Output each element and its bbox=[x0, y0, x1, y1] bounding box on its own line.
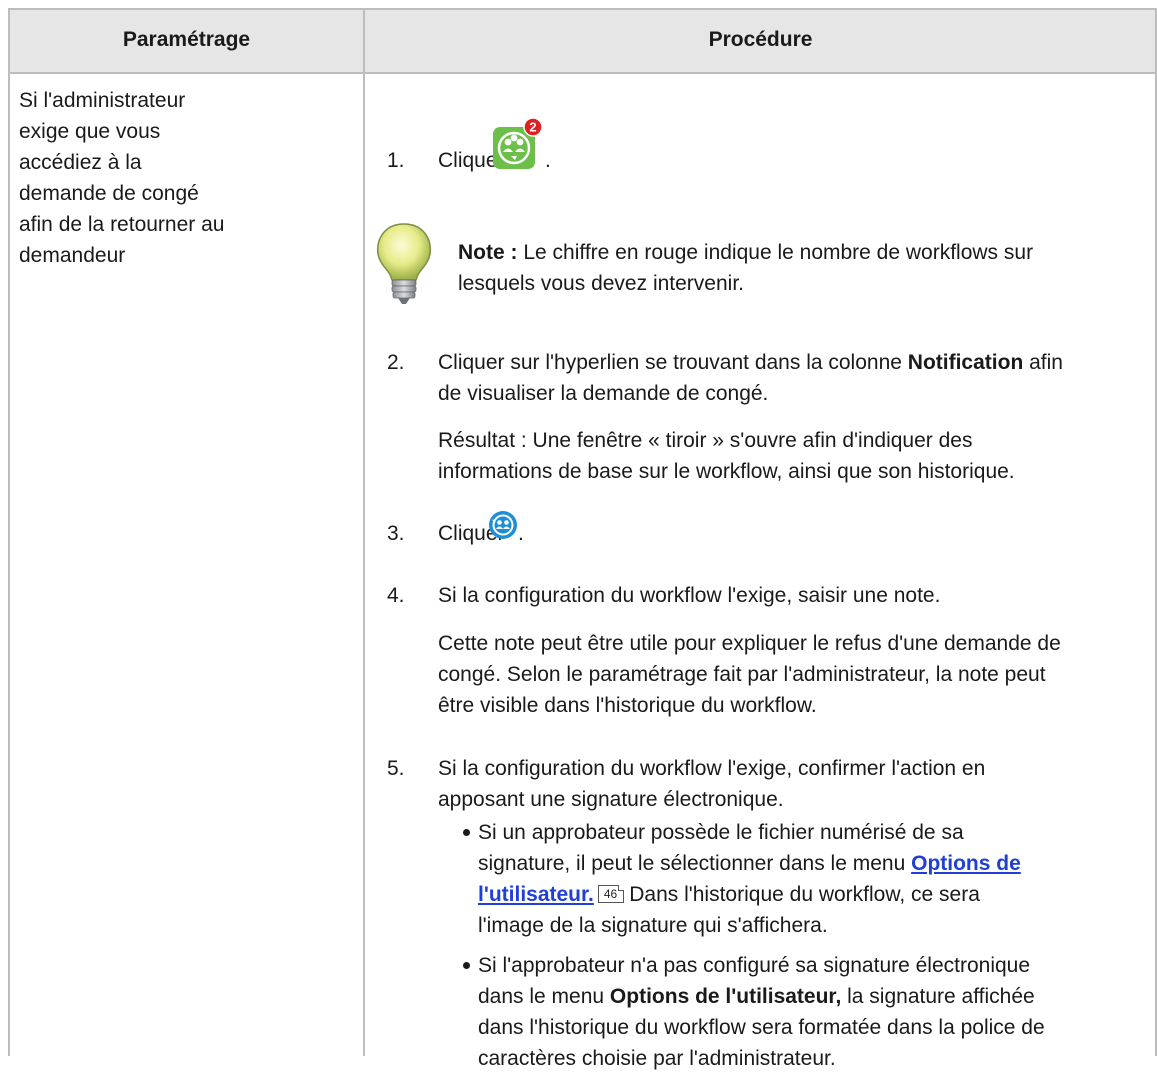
return-to-requester-icon[interactable] bbox=[488, 510, 518, 540]
step-2-result-1: Résultat : Une fenêtre « tiroir » s'ouvr… bbox=[438, 429, 973, 452]
step-2-line-1: Cliquer sur l'hyperlien se trouvant dans… bbox=[438, 347, 1063, 378]
bullet-1-line-4: l'image de la signature qui s'affichera. bbox=[478, 914, 828, 937]
options-utilisateur-label: Options de l'utilisateur, bbox=[609, 985, 842, 1008]
header-setting: Paramétrage bbox=[122, 28, 251, 51]
header-procedure: Procédure bbox=[708, 28, 813, 51]
procedure-table: Paramétrage Procédure Si l'administrateu… bbox=[0, 0, 1157, 1070]
bullet-1-text-a: signature, il peut le sélectionner dans … bbox=[478, 852, 912, 875]
setting-line: demandeur bbox=[19, 244, 126, 267]
bullet-2-line-2: dans le menu Options de l'utilisateur, l… bbox=[478, 981, 1035, 1012]
table-left-border bbox=[8, 8, 10, 1056]
step-number: 3. bbox=[387, 522, 405, 545]
bullet-1-line-1: Si un approbateur possède le fichier num… bbox=[478, 821, 964, 844]
step-2-line-2: de visualiser la demande de congé. bbox=[438, 382, 769, 405]
setting-line: Si l'administrateur bbox=[19, 89, 186, 112]
setting-line: accédiez à la bbox=[19, 151, 142, 174]
note-line-1: Note : Le chiffre en rouge indique le no… bbox=[458, 237, 1033, 268]
bullet-2-text-c: la signature affichée bbox=[841, 985, 1035, 1008]
setting-line: exige que vous bbox=[19, 120, 161, 143]
bullet-2-line-1: Si l'approbateur n'a pas configuré sa si… bbox=[478, 954, 1031, 977]
lightbulb-icon bbox=[376, 223, 432, 304]
header-bottom-border bbox=[8, 72, 1156, 74]
bullet-2-line-4: caractères choisie par l'administrateur. bbox=[478, 1047, 836, 1070]
step-4-line-1: Si la configuration du workflow l'exige,… bbox=[438, 584, 941, 607]
bullet-1-line-2: signature, il peut le sélectionner dans … bbox=[478, 848, 1021, 879]
step-5-line-2: apposant une signature électronique. bbox=[438, 788, 784, 811]
page-reference[interactable]: 46 bbox=[597, 885, 625, 903]
options-utilisateur-link[interactable]: Options de bbox=[911, 852, 1021, 875]
step-4-para-3: être visible dans l'historique du workfl… bbox=[438, 694, 817, 717]
step-number: 4. bbox=[387, 584, 405, 607]
step-2-text-c: afin bbox=[1023, 351, 1063, 374]
step-number: 5. bbox=[387, 757, 405, 780]
step-2-result-2: informations de base sur le workflow, ai… bbox=[438, 460, 1015, 483]
step-number: 2. bbox=[387, 351, 405, 374]
setting-line: afin de la retourner au bbox=[19, 213, 225, 236]
step-1-period: . bbox=[545, 149, 551, 172]
table-top-border bbox=[8, 8, 1156, 10]
bullet-1-line-3: l'utilisateur. 46 Dans l'historique du wor… bbox=[478, 879, 980, 910]
step-3-period: . bbox=[518, 522, 524, 545]
note-line-2: lesquels vous devez intervenir. bbox=[458, 272, 744, 295]
step-4-para-1: Cette note peut être utile pour explique… bbox=[438, 632, 1061, 655]
bullet-1-text-b: Dans l'historique du workflow, ce sera bbox=[629, 883, 980, 906]
bullet-2-line-3: dans l'historique du workflow sera forma… bbox=[478, 1016, 1045, 1039]
column-divider bbox=[363, 8, 365, 1056]
bullet-dot bbox=[463, 829, 470, 836]
note-text-1: Le chiffre en rouge indique le nombre de… bbox=[517, 241, 1034, 264]
notification-badge: 2 bbox=[529, 120, 536, 135]
options-utilisateur-link-cont[interactable]: l'utilisateur. bbox=[478, 883, 594, 906]
step-2-text-a: Cliquer sur l'hyperlien se trouvant dans… bbox=[438, 351, 908, 374]
setting-line: demande de congé bbox=[19, 182, 199, 205]
workflow-people-icon[interactable]: 2 bbox=[487, 115, 545, 173]
note-label: Note : bbox=[458, 241, 518, 264]
step-number: 1. bbox=[387, 149, 405, 172]
notification-column-label: Notification bbox=[907, 351, 1024, 374]
step-4-para-2: congé. Selon le paramétrage fait par l'a… bbox=[438, 663, 1046, 686]
bullet-dot bbox=[463, 962, 470, 969]
bullet-2-text-a: dans le menu bbox=[478, 985, 610, 1008]
step-5-line-1: Si la configuration du workflow l'exige,… bbox=[438, 757, 986, 780]
